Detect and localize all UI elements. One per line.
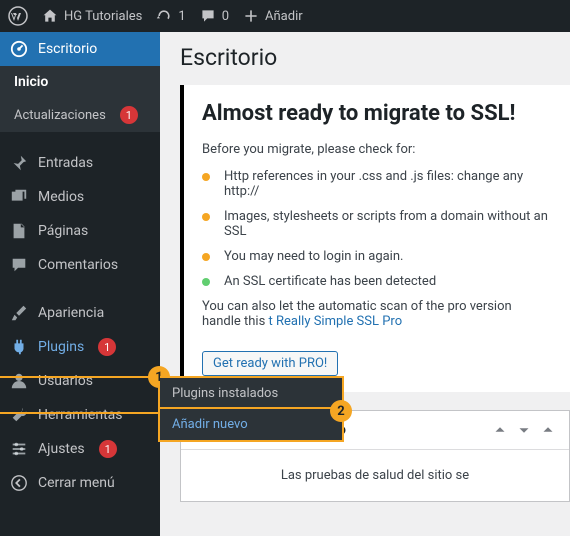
updates-link[interactable]: 1: [156, 8, 185, 24]
notice-intro: Before you migrate, please check for:: [202, 142, 552, 157]
comment-icon: [200, 8, 216, 24]
settings-icon: [10, 440, 28, 458]
main-content: Escritorio Almost ready to migrate to SS…: [160, 32, 570, 536]
notice-checklist: Http references in your .css and .js fil…: [202, 169, 552, 289]
success-dot-icon: [202, 278, 210, 286]
menu-plugins[interactable]: Plugins 1: [0, 330, 160, 364]
warning-dot-icon: [202, 173, 210, 181]
menu-tools[interactable]: Herramientas: [0, 398, 160, 432]
pro-link[interactable]: t Really Simple SSL Pro: [269, 314, 403, 329]
flyout-installed-plugins[interactable]: Plugins instalados: [160, 378, 342, 409]
chevron-up-icon[interactable]: [539, 421, 557, 439]
refresh-icon: [156, 8, 172, 24]
menu-appearance[interactable]: Apariencia: [0, 296, 160, 330]
notice-title: Almost ready to migrate to SSL!: [202, 101, 552, 126]
site-health-body: Las pruebas de salud del sitio se: [181, 450, 569, 501]
comments-link[interactable]: 0: [200, 8, 229, 24]
menu-collapse[interactable]: Cerrar menú: [0, 466, 160, 500]
plus-icon: [243, 8, 259, 24]
get-pro-button[interactable]: Get ready with PRO!: [202, 351, 338, 376]
warning-dot-icon: [202, 253, 210, 261]
ssl-notice: Almost ready to migrate to SSL! Before y…: [180, 85, 570, 392]
collapse-icon: [10, 474, 28, 492]
pin-icon: [10, 154, 28, 172]
settings-badge: 1: [99, 440, 117, 458]
check-item: You may need to login in again.: [202, 249, 552, 264]
comments-count: 0: [222, 9, 229, 24]
user-icon: [10, 372, 28, 390]
site-name: HG Tutoriales: [64, 9, 142, 24]
tutorial-step-2: 2: [330, 400, 352, 422]
add-new-link[interactable]: Añadir: [243, 8, 303, 24]
menu-posts[interactable]: Entradas: [0, 146, 160, 180]
wrench-icon: [10, 406, 28, 424]
warning-dot-icon: [202, 213, 210, 221]
admin-topbar: HG Tutoriales 1 0 Añadir: [0, 0, 570, 32]
admin-sidebar: Escritorio Inicio Actualizaciones 1 Entr…: [0, 32, 160, 536]
check-item: An SSL certificate has been detected: [202, 274, 552, 289]
updates-count: 1: [178, 9, 185, 24]
media-icon: [10, 188, 28, 206]
wordpress-logo[interactable]: [8, 6, 28, 26]
menu-users[interactable]: Usuarios: [0, 364, 160, 398]
site-name-link[interactable]: HG Tutoriales: [42, 8, 142, 24]
dashboard-icon: [10, 40, 28, 58]
check-item: Images, stylesheets or scripts from a do…: [202, 209, 552, 239]
chevron-up-icon[interactable]: [491, 421, 509, 439]
chevron-down-icon[interactable]: [515, 421, 533, 439]
comment-icon: [10, 256, 28, 274]
home-icon: [42, 8, 58, 24]
menu-comments[interactable]: Comentarios: [0, 248, 160, 282]
plugin-icon: [10, 338, 28, 356]
menu-pages[interactable]: Páginas: [0, 214, 160, 248]
brush-icon: [10, 304, 28, 322]
plugins-badge: 1: [98, 338, 116, 356]
submenu-updates[interactable]: Actualizaciones 1: [0, 98, 160, 132]
menu-media[interactable]: Medios: [0, 180, 160, 214]
page-title: Escritorio: [180, 44, 570, 71]
submenu-home[interactable]: Inicio: [0, 66, 160, 98]
page-icon: [10, 222, 28, 240]
menu-settings[interactable]: Ajustes 1: [0, 432, 160, 466]
check-item: Http references in your .css and .js fil…: [202, 169, 552, 199]
notice-auto-text: You can also let the automatic scan of t…: [202, 299, 552, 329]
updates-badge: 1: [120, 106, 138, 124]
add-new-label: Añadir: [265, 9, 303, 24]
flyout-add-new[interactable]: Añadir nuevo: [158, 407, 344, 442]
plugins-flyout: Plugins instalados Añadir nuevo: [160, 376, 344, 442]
menu-dashboard[interactable]: Escritorio: [0, 32, 160, 66]
